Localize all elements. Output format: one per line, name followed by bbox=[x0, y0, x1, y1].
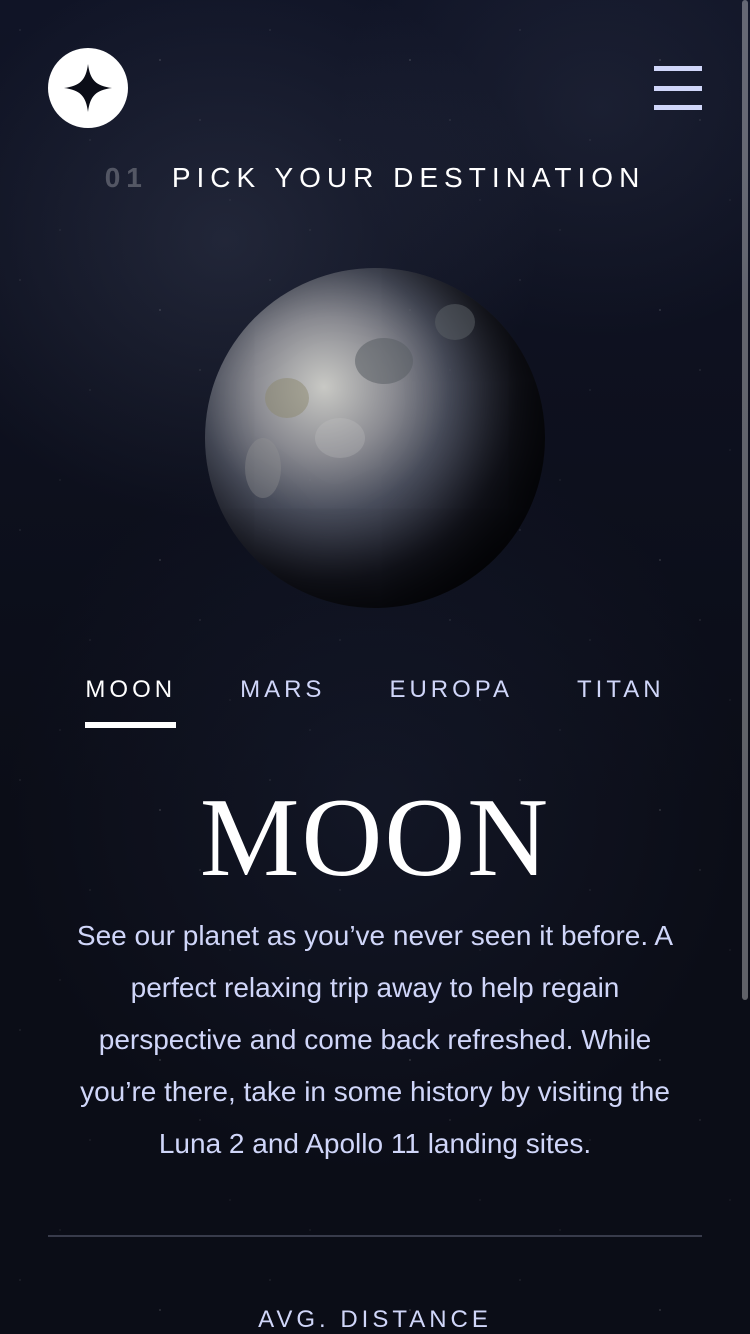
tab-titan[interactable]: TITAN bbox=[577, 676, 665, 728]
tab-mars[interactable]: MARS bbox=[240, 676, 325, 728]
logo[interactable] bbox=[48, 48, 128, 128]
divider bbox=[48, 1235, 702, 1237]
page-heading-text: PICK YOUR DESTINATION bbox=[171, 162, 646, 193]
menu-line bbox=[654, 85, 702, 91]
menu-line bbox=[654, 105, 702, 110]
hamburger-menu-icon[interactable] bbox=[654, 66, 702, 110]
menu-line bbox=[654, 66, 702, 71]
destination-title: MOON bbox=[199, 776, 551, 900]
destination-tabs: MOON MARS EUROPA TITAN bbox=[0, 676, 750, 728]
tab-europa[interactable]: EUROPA bbox=[389, 676, 513, 728]
page-number: 01 bbox=[104, 162, 148, 193]
avg-distance-label: AVG. DISTANCE bbox=[258, 1306, 492, 1333]
scrollbar[interactable] bbox=[742, 0, 748, 1000]
star-logo-icon bbox=[64, 64, 112, 112]
destination-description: See our planet as you’ve never seen it b… bbox=[76, 920, 674, 1159]
moon-image bbox=[205, 268, 545, 608]
page-heading: 01 PICK YOUR DESTINATION bbox=[0, 162, 750, 194]
tab-moon[interactable]: MOON bbox=[85, 676, 176, 728]
